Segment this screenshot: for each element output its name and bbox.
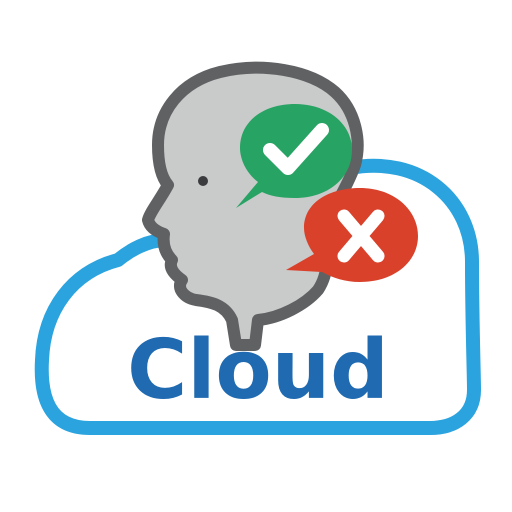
logo-artwork: Cloud xyxy=(34,61,481,435)
cloud-logo: Cloud xyxy=(0,0,512,512)
logo-text: Cloud xyxy=(127,323,389,418)
